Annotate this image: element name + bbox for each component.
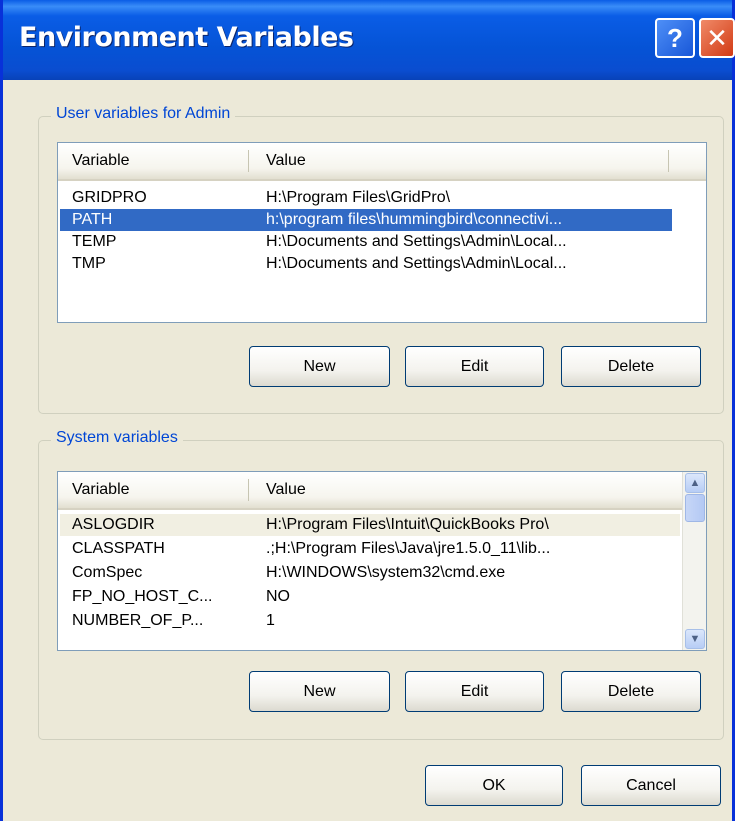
variable-name: PATH: [72, 211, 113, 228]
column-header-value[interactable]: Value: [266, 481, 306, 499]
close-icon: ✕: [706, 22, 728, 53]
variable-value: H:\Documents and Settings\Admin\Local...: [266, 233, 567, 250]
user-variables-label: User variables for Admin: [51, 105, 236, 123]
variable-name: ASLOGDIR: [72, 516, 155, 533]
column-header-variable[interactable]: Variable: [72, 481, 130, 499]
column-divider[interactable]: [248, 479, 249, 501]
variable-name: TMP: [72, 255, 106, 272]
table-row[interactable]: ComSpec H:\WINDOWS\system32\cmd.exe: [60, 562, 680, 584]
variable-value: H:\WINDOWS\system32\cmd.exe: [266, 564, 506, 581]
user-edit-button[interactable]: Edit: [405, 346, 544, 387]
variable-name: ComSpec: [72, 564, 143, 581]
window-title: Environment Variables: [19, 22, 354, 53]
variable-value: .;H:\Program Files\Java\jre1.5.0_11\lib.…: [266, 540, 551, 557]
list-header: Variable Value: [58, 472, 683, 510]
chevron-down-icon: ▼: [689, 633, 701, 645]
system-edit-button[interactable]: Edit: [405, 671, 544, 712]
scroll-up-button[interactable]: ▲: [685, 473, 705, 493]
system-variables-group: System variables Variable Value ASLOGDIR…: [38, 429, 724, 740]
chevron-up-icon: ▲: [689, 477, 701, 489]
column-header-value[interactable]: Value: [266, 152, 306, 170]
scroll-down-button[interactable]: ▼: [685, 629, 705, 649]
variable-name: FP_NO_HOST_C...: [72, 588, 213, 605]
environment-variables-dialog: Environment Variables ? ✕ User variables…: [0, 0, 735, 821]
help-icon: ?: [667, 22, 683, 53]
column-divider[interactable]: [668, 150, 669, 172]
variable-name: TEMP: [72, 233, 117, 250]
variable-value: h:\program files\hummingbird\connectivi.…: [266, 211, 563, 228]
table-row[interactable]: GRIDPRO H:\Program Files\GridPro\: [60, 187, 672, 209]
table-row[interactable]: ASLOGDIR H:\Program Files\Intuit\QuickBo…: [60, 514, 680, 536]
system-new-button[interactable]: New: [249, 671, 390, 712]
cancel-button[interactable]: Cancel: [581, 765, 721, 806]
user-new-button[interactable]: New: [249, 346, 390, 387]
variable-value: H:\Program Files\GridPro\: [266, 189, 451, 206]
close-button[interactable]: ✕: [699, 18, 735, 58]
system-variables-list[interactable]: Variable Value ASLOGDIR H:\Program Files…: [57, 471, 707, 651]
scroll-thumb[interactable]: [685, 494, 705, 522]
variable-name: NUMBER_OF_P...: [72, 612, 204, 629]
table-row[interactable]: TEMP H:\Documents and Settings\Admin\Loc…: [60, 231, 672, 253]
variable-value: NO: [266, 588, 290, 605]
vertical-scrollbar[interactable]: ▲ ▼: [682, 472, 706, 650]
system-variables-label: System variables: [51, 429, 183, 447]
table-row[interactable]: FP_NO_HOST_C... NO: [60, 586, 680, 608]
table-row[interactable]: NUMBER_OF_P... 1: [60, 610, 680, 632]
user-delete-button[interactable]: Delete: [561, 346, 701, 387]
user-variables-list[interactable]: Variable Value GRIDPRO H:\Program Files\…: [57, 142, 707, 323]
table-row[interactable]: CLASSPATH .;H:\Program Files\Java\jre1.5…: [60, 538, 680, 560]
variable-value: H:\Documents and Settings\Admin\Local...: [266, 255, 567, 272]
variable-name: GRIDPRO: [72, 189, 147, 206]
title-bar[interactable]: Environment Variables ? ✕: [3, 0, 735, 80]
column-header-variable[interactable]: Variable: [72, 152, 130, 170]
ok-button[interactable]: OK: [425, 765, 563, 806]
user-variables-group: User variables for Admin Variable Value …: [38, 105, 724, 414]
help-button[interactable]: ?: [655, 18, 695, 58]
table-row-selected[interactable]: PATH h:\program files\hummingbird\connec…: [60, 209, 672, 231]
table-row[interactable]: TMP H:\Documents and Settings\Admin\Loca…: [60, 253, 672, 275]
variable-value: 1: [266, 612, 275, 629]
variable-value: H:\Program Files\Intuit\QuickBooks Pro\: [266, 516, 549, 533]
list-header: Variable Value: [58, 143, 706, 181]
system-delete-button[interactable]: Delete: [561, 671, 701, 712]
column-divider[interactable]: [248, 150, 249, 172]
variable-name: CLASSPATH: [72, 540, 165, 557]
